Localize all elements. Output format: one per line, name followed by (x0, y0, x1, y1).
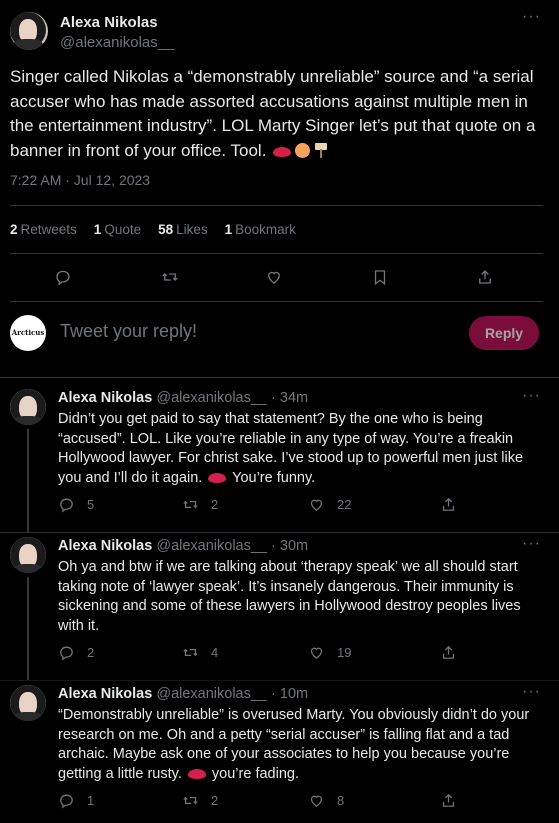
reply-action[interactable]: 1 (58, 792, 94, 809)
thread-connector-line (27, 429, 29, 533)
reply-action[interactable]: 5 (58, 496, 94, 513)
thread-connector-line (27, 577, 29, 681)
divider (0, 680, 559, 681)
divider (0, 377, 559, 378)
likes-stat[interactable]: 58 Likes (158, 222, 208, 237)
like-count: 8 (337, 793, 345, 808)
quotes-stat[interactable]: 1 Quote (94, 222, 141, 237)
reply-text: “Demonstrably unreliable” is overused Ma… (58, 707, 530, 782)
reply-tweet[interactable]: Alexa Nikolas @alexanikolas__ · 10m ··· … (0, 684, 559, 817)
author-name[interactable]: Alexa Nikolas (60, 14, 174, 31)
reply-avatar[interactable] (10, 537, 46, 573)
reply-author-handle[interactable]: @alexanikolas__ (156, 538, 267, 554)
retweet-icon[interactable] (159, 266, 181, 288)
tweet-text: Singer called Nikolas a “demonstrably un… (10, 65, 545, 163)
like-action[interactable]: 19 (308, 644, 351, 661)
peach-emoji (295, 142, 311, 158)
reply-tweet[interactable]: Alexa Nikolas @alexanikolas__ · 34m ··· … (0, 388, 559, 533)
reply-composer: Arcticus Tweet your reply! Reply (0, 309, 559, 357)
divider (10, 253, 543, 254)
reply-time[interactable]: · 34m (271, 390, 308, 406)
avatar-logo-text: Arcticus (11, 328, 45, 337)
share-action[interactable] (440, 644, 457, 661)
share-icon[interactable] (474, 266, 496, 288)
reply-actions: 2 4 19 (58, 644, 544, 664)
reply-author-name[interactable]: Alexa Nikolas (58, 686, 152, 702)
lips-emoji (187, 768, 206, 779)
share-icon (442, 497, 455, 511)
reply-text: Oh ya and btw if we are talking about ‘t… (58, 559, 521, 634)
like-action[interactable]: 8 (308, 792, 344, 809)
retweet-action[interactable]: 2 (182, 496, 218, 513)
share-icon (442, 793, 455, 807)
reply-count: 1 (87, 793, 95, 808)
reply-tweet[interactable]: Alexa Nikolas @alexanikolas__ · 30m ··· … (0, 536, 559, 681)
like-action[interactable]: 22 (308, 496, 351, 513)
reply-icon (60, 646, 73, 661)
main-tweet-header: Alexa Nikolas @alexanikolas__ (10, 12, 174, 51)
like-count: 22 (337, 497, 352, 512)
retweet-count: 2 (211, 497, 219, 512)
tweet-stats: 2 Retweets 1 Quote 58 Likes 1 Bookmark (10, 222, 296, 237)
retweet-icon (183, 500, 198, 509)
reply-avatar[interactable] (10, 389, 46, 425)
divider (10, 301, 543, 302)
current-user-avatar[interactable]: Arcticus (10, 315, 46, 351)
author-avatar[interactable] (10, 12, 48, 50)
share-icon (442, 645, 455, 659)
retweet-icon (183, 796, 198, 805)
author-handle[interactable]: @alexanikolas__ (60, 34, 174, 51)
reply-actions: 5 2 22 (58, 496, 544, 516)
reply-time[interactable]: · 30m (271, 538, 308, 554)
bookmark-icon[interactable] (369, 266, 391, 288)
reply-author-name[interactable]: Alexa Nikolas (58, 390, 152, 406)
reply-count: 2 (87, 645, 95, 660)
reply-icon (60, 498, 73, 513)
retweet-count: 4 (211, 645, 219, 660)
more-icon[interactable]: ··· (522, 536, 541, 552)
reply-header: Alexa Nikolas @alexanikolas__ · 30m (58, 538, 308, 554)
heart-icon[interactable] (263, 266, 285, 288)
share-action[interactable] (440, 792, 457, 809)
lips-emoji (273, 146, 292, 157)
tweet-action-bar (0, 262, 559, 292)
retweet-action[interactable]: 2 (182, 792, 218, 809)
reply-icon (60, 794, 73, 809)
retweet-count: 2 (211, 793, 219, 808)
retweets-stat[interactable]: 2 Retweets (10, 222, 77, 237)
reply-icon[interactable] (52, 266, 74, 288)
more-icon[interactable]: ··· (522, 684, 541, 700)
reply-actions: 1 2 8 (58, 792, 544, 812)
reply-header: Alexa Nikolas @alexanikolas__ · 34m (58, 390, 308, 406)
reply-count: 5 (87, 497, 95, 512)
tweet-text-body: Singer called Nikolas a “demonstrably un… (10, 67, 536, 160)
reply-text: Didn’t you get paid to say that statemen… (58, 411, 524, 486)
like-count: 19 (337, 645, 352, 660)
reply-input[interactable]: Tweet your reply! (60, 321, 197, 342)
share-action[interactable] (440, 496, 457, 513)
reply-author-name[interactable]: Alexa Nikolas (58, 538, 152, 554)
reply-author-handle[interactable]: @alexanikolas__ (156, 686, 267, 702)
reply-time[interactable]: · 10m (271, 686, 308, 702)
lips-emoji (208, 472, 227, 483)
reply-button[interactable]: Reply (469, 316, 539, 350)
more-icon[interactable]: ··· (522, 9, 541, 25)
placard-emoji (314, 142, 328, 158)
more-icon[interactable]: ··· (522, 388, 541, 404)
retweet-icon (183, 648, 198, 657)
reply-header: Alexa Nikolas @alexanikolas__ · 10m (58, 686, 308, 702)
retweet-action[interactable]: 4 (182, 644, 218, 661)
reply-avatar[interactable] (10, 685, 46, 721)
tweet-timestamp[interactable]: 7:22 AM · Jul 12, 2023 (10, 172, 150, 188)
reply-author-handle[interactable]: @alexanikolas__ (156, 390, 267, 406)
heart-icon (310, 795, 323, 807)
heart-icon (310, 647, 323, 659)
heart-icon (310, 499, 323, 511)
divider (0, 532, 559, 533)
divider (10, 205, 543, 206)
reply-action[interactable]: 2 (58, 644, 94, 661)
bookmarks-stat[interactable]: 1 Bookmark (225, 222, 296, 237)
